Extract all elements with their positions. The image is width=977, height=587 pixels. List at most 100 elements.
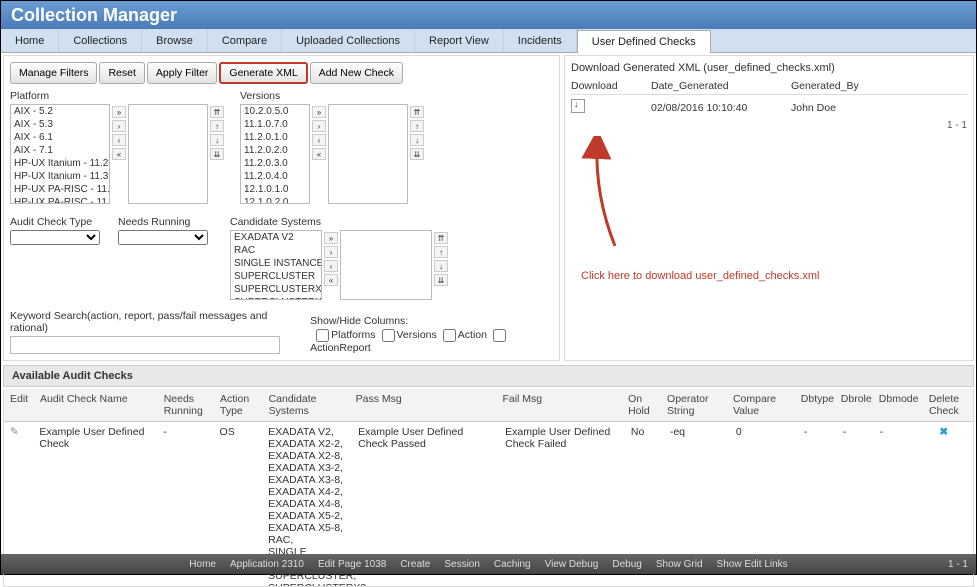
list-item[interactable]: 11.2.0.3.0 [241,157,309,170]
manage-filters-button[interactable]: Manage Filters [10,62,97,84]
col-edit: Edit [4,389,34,421]
tab-incidents[interactable]: Incidents [504,29,577,52]
tab-compare[interactable]: Compare [208,29,282,52]
list-item[interactable]: HP-UX Itanium - 11.23 [11,157,109,170]
move-right-icon[interactable]: › [112,120,126,132]
list-item[interactable]: AIX - 7.1 [11,144,109,157]
download-row-range: 1 - 1 [571,120,967,131]
list-item[interactable]: 10.2.0.5.0 [241,105,309,118]
col-dbmode: Dbmode [873,389,915,421]
move-left-icon[interactable]: ‹ [324,260,338,272]
move-top-icon[interactable]: ⇈ [410,106,424,118]
list-item[interactable]: AIX - 5.2 [11,105,109,118]
list-item[interactable]: SUPERCLUSTER [231,270,321,283]
generate-xml-button[interactable]: Generate XML [219,62,307,84]
move-all-right-icon[interactable]: » [324,232,338,244]
footer-link-edit-page-1038[interactable]: Edit Page 1038 [318,559,386,570]
annotation-text: Click here to download user_defined_chec… [581,270,819,282]
move-bottom-icon[interactable]: ⇊ [210,148,224,160]
list-item[interactable]: HP-UX PA-RISC - 11.23 [11,183,109,196]
footer-link-session[interactable]: Session [444,559,480,570]
list-item[interactable]: HP-UX PA-RISC - 11.31 [11,196,109,204]
platform-listbox[interactable]: AIX - 5.2AIX - 5.3AIX - 6.1AIX - 7.1HP-U… [10,104,110,204]
move-down-icon[interactable]: ↓ [410,134,424,146]
move-all-left-icon[interactable]: « [312,148,326,160]
needs-running-select[interactable] [118,230,208,245]
move-left-icon[interactable]: ‹ [312,134,326,146]
tab-browse[interactable]: Browse [142,29,208,52]
footer-link-application-2310[interactable]: Application 2310 [230,559,304,570]
tab-collections[interactable]: Collections [59,29,142,52]
list-item[interactable]: AIX - 5.3 [11,118,109,131]
platform-shuttle-buttons: » › ‹ « [112,104,126,204]
move-all-left-icon[interactable]: « [112,148,126,160]
move-all-right-icon[interactable]: » [112,106,126,118]
list-item[interactable]: 12.1.0.2.0 [241,196,309,204]
download-file-icon[interactable] [571,99,585,113]
list-item[interactable]: 11.2.0.1.0 [241,131,309,144]
showhide-action[interactable] [443,329,456,342]
available-checks-title: Available Audit Checks [3,365,974,387]
footer-link-show-grid[interactable]: Show Grid [656,559,703,570]
tab-home[interactable]: Home [1,29,59,52]
list-item[interactable]: SUPERCLUSTERX3-2 [231,283,321,296]
list-item[interactable]: 11.1.0.7.0 [241,118,309,131]
showhide-label: Show/Hide Columns: [310,315,553,327]
list-item[interactable]: 12.1.0.1.0 [241,183,309,196]
list-item[interactable]: 11.2.0.2.0 [241,144,309,157]
candidate-order-buttons: ⇈ ↑ ↓ ⇊ [434,230,448,300]
footer-link-debug[interactable]: Debug [612,559,641,570]
footer-link-caching[interactable]: Caching [494,559,531,570]
candidate-selected-listbox[interactable] [340,230,432,300]
tab-user-defined-checks[interactable]: User Defined Checks [577,30,711,53]
move-top-icon[interactable]: ⇈ [434,232,448,244]
move-right-icon[interactable]: › [324,246,338,258]
showhide-versions[interactable] [382,329,395,342]
list-item[interactable]: EXADATA V2 [231,231,321,244]
apply-filter-button[interactable]: Apply Filter [147,62,218,84]
footer-link-create[interactable]: Create [400,559,430,570]
list-item[interactable]: 11.2.0.4.0 [241,170,309,183]
col-name: Audit Check Name [34,389,158,421]
versions-listbox[interactable]: 10.2.0.5.011.1.0.7.011.2.0.1.011.2.0.2.0… [240,104,310,204]
download-panel: Download Generated XML (user_defined_che… [564,55,974,361]
move-bottom-icon[interactable]: ⇊ [434,274,448,286]
generated-by-value: John Doe [791,102,836,114]
tab-report-view[interactable]: Report View [415,29,504,52]
showhide-label-versions: Versions [397,329,437,341]
move-up-icon[interactable]: ↑ [210,120,224,132]
col-hold: On Hold [622,389,661,421]
platform-selected-listbox[interactable] [128,104,208,204]
footer-link-show-edit-links[interactable]: Show Edit Links [717,559,788,570]
list-item[interactable]: RAC [231,244,321,257]
footer-link-view-debug[interactable]: View Debug [545,559,599,570]
move-down-icon[interactable]: ↓ [210,134,224,146]
move-up-icon[interactable]: ↑ [434,246,448,258]
keyword-search-input[interactable] [10,336,280,354]
footer-link-home[interactable]: Home [189,559,216,570]
versions-selected-listbox[interactable] [328,104,408,204]
showhide-platforms[interactable] [316,329,329,342]
list-item[interactable]: AIX - 6.1 [11,131,109,144]
move-bottom-icon[interactable]: ⇊ [410,148,424,160]
candidate-listbox[interactable]: EXADATA V2RACSINGLE INSTANCESUPERCLUSTER… [230,230,322,300]
list-item[interactable]: SUPERCLUSTERX4-2 [231,296,321,300]
move-right-icon[interactable]: › [312,120,326,132]
move-up-icon[interactable]: ↑ [410,120,424,132]
tab-uploaded-collections[interactable]: Uploaded Collections [282,29,415,52]
move-down-icon[interactable]: ↓ [434,260,448,272]
showhide-actionreport[interactable] [493,329,506,342]
add-new-check-button[interactable]: Add New Check [310,62,403,84]
reset-button[interactable]: Reset [99,62,144,84]
move-top-icon[interactable]: ⇈ [210,106,224,118]
move-left-icon[interactable]: ‹ [112,134,126,146]
edit-row-icon[interactable]: ✎ [10,426,19,438]
move-all-left-icon[interactable]: « [324,274,338,286]
delete-row-icon[interactable]: ✖ [939,426,948,438]
candidate-shuttle-buttons: » › ‹ « [324,230,338,300]
move-all-right-icon[interactable]: » [312,106,326,118]
list-item[interactable]: HP-UX Itanium - 11.31 [11,170,109,183]
audit-check-type-select[interactable] [10,230,100,245]
keyword-label: Keyword Search(action, report, pass/fail… [10,310,290,334]
list-item[interactable]: SINGLE INSTANCE [231,257,321,270]
